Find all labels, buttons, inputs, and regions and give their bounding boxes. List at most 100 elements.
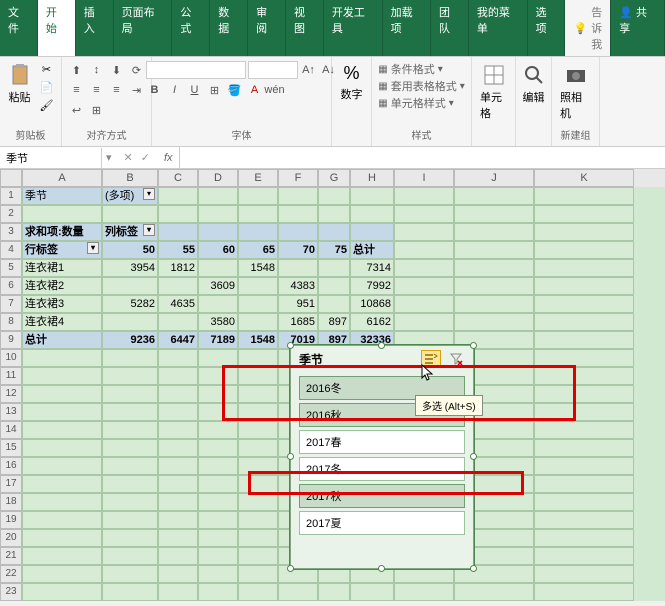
cell[interactable] <box>102 421 158 439</box>
cell[interactable] <box>158 583 198 601</box>
cell[interactable]: 6447 <box>158 331 198 349</box>
cell[interactable]: 总计 <box>350 241 394 259</box>
cell[interactable] <box>394 187 454 205</box>
cell[interactable] <box>22 493 102 511</box>
cell[interactable] <box>198 583 238 601</box>
fx-label[interactable]: fx <box>158 150 179 166</box>
cell[interactable]: 3609 <box>198 277 238 295</box>
col-header[interactable]: G <box>318 169 350 187</box>
cell[interactable] <box>158 511 198 529</box>
tab-addins[interactable]: 加载项 <box>383 0 431 56</box>
cell[interactable] <box>22 457 102 475</box>
col-header[interactable]: A <box>22 169 102 187</box>
cell[interactable]: 1548 <box>238 259 278 277</box>
cell[interactable] <box>22 349 102 367</box>
cell[interactable] <box>238 313 278 331</box>
cell[interactable]: 求和项:数量 <box>22 223 102 241</box>
align-left-icon[interactable]: ≡ <box>68 81 86 99</box>
orientation-icon[interactable]: ⟳ <box>128 61 146 79</box>
cell[interactable] <box>102 385 158 403</box>
bold-icon[interactable]: B <box>146 81 164 99</box>
cell[interactable] <box>318 205 350 223</box>
cell[interactable] <box>534 259 634 277</box>
accept-icon[interactable]: ✓ <box>141 151 150 164</box>
tab-file[interactable]: 文件 <box>0 0 38 56</box>
indent-icon[interactable]: ⇥ <box>128 81 146 99</box>
cell[interactable] <box>158 475 198 493</box>
camera-button[interactable]: 照相机 <box>558 61 593 123</box>
cell[interactable] <box>198 187 238 205</box>
cells-button[interactable]: 单元格 <box>478 61 509 123</box>
cell[interactable] <box>238 223 278 241</box>
cell[interactable] <box>158 529 198 547</box>
cell[interactable] <box>102 565 158 583</box>
cell[interactable] <box>158 205 198 223</box>
cell[interactable] <box>102 403 158 421</box>
row-header[interactable]: 1 <box>0 187 22 205</box>
cell[interactable]: 季节 <box>22 187 102 205</box>
row-header[interactable]: 17 <box>0 475 22 493</box>
cell[interactable]: 连衣裙2 <box>22 277 102 295</box>
cell[interactable] <box>158 367 198 385</box>
cell[interactable] <box>534 277 634 295</box>
cancel-icon[interactable]: ✕ <box>124 151 133 164</box>
cell[interactable] <box>534 493 634 511</box>
cell[interactable] <box>318 259 350 277</box>
cell-styles-button[interactable]: ▦ 单元格样式 ▾ <box>378 95 464 111</box>
italic-icon[interactable]: I <box>166 81 184 99</box>
paste-button[interactable]: 粘贴 <box>6 61 34 107</box>
cell[interactable] <box>158 493 198 511</box>
cell[interactable]: 总计 <box>22 331 102 349</box>
formula-bar[interactable] <box>179 147 665 168</box>
align-center-icon[interactable]: ≡ <box>88 81 106 99</box>
cut-button[interactable]: ✂ <box>38 61 56 77</box>
align-right-icon[interactable]: ≡ <box>108 81 126 99</box>
font-color-icon[interactable]: A <box>246 81 264 99</box>
cell[interactable] <box>318 223 350 241</box>
cell[interactable] <box>238 187 278 205</box>
cell[interactable] <box>454 583 534 601</box>
cell[interactable] <box>102 205 158 223</box>
cell[interactable]: 897 <box>318 313 350 331</box>
cell[interactable]: 65 <box>238 241 278 259</box>
cell[interactable] <box>158 457 198 475</box>
row-header[interactable]: 15 <box>0 439 22 457</box>
row-header[interactable]: 3 <box>0 223 22 241</box>
cell[interactable] <box>102 475 158 493</box>
cell[interactable] <box>102 313 158 331</box>
cell[interactable] <box>198 493 238 511</box>
cell[interactable]: 3954 <box>102 259 158 277</box>
cell[interactable]: 75 <box>318 241 350 259</box>
cell[interactable] <box>158 349 198 367</box>
cell[interactable] <box>534 439 634 457</box>
cell[interactable]: (多项)▾ <box>102 187 158 205</box>
cell[interactable]: 行标签▾ <box>22 241 102 259</box>
cell[interactable] <box>454 187 534 205</box>
cell[interactable] <box>22 583 102 601</box>
cell[interactable] <box>102 529 158 547</box>
row-header[interactable]: 11 <box>0 367 22 385</box>
cell[interactable] <box>198 547 238 565</box>
cell[interactable] <box>394 313 454 331</box>
cell[interactable] <box>238 439 278 457</box>
tab-tellme[interactable]: 💡告诉我 <box>565 0 611 56</box>
row-header[interactable]: 19 <box>0 511 22 529</box>
cell[interactable] <box>454 205 534 223</box>
cell[interactable] <box>534 421 634 439</box>
cell[interactable] <box>22 529 102 547</box>
cell[interactable] <box>534 331 634 349</box>
row-header[interactable]: 22 <box>0 565 22 583</box>
cell[interactable] <box>158 403 198 421</box>
cell[interactable] <box>158 313 198 331</box>
select-all-corner[interactable] <box>0 169 22 187</box>
cell[interactable] <box>394 241 454 259</box>
cell[interactable] <box>238 583 278 601</box>
cell[interactable] <box>534 457 634 475</box>
cell[interactable] <box>102 367 158 385</box>
cell[interactable] <box>158 439 198 457</box>
col-header[interactable]: D <box>198 169 238 187</box>
cell[interactable] <box>350 583 394 601</box>
cell[interactable]: 60 <box>198 241 238 259</box>
cell[interactable] <box>158 565 198 583</box>
cell[interactable] <box>454 259 534 277</box>
